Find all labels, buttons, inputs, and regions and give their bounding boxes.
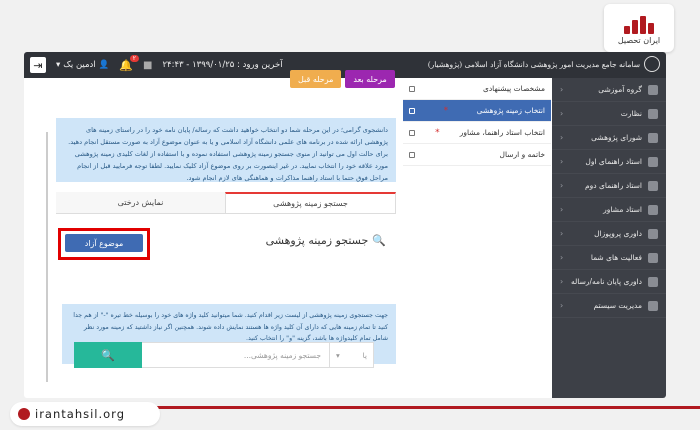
step-item-advisor[interactable]: انتخاب استاد راهنما، مشاور * bbox=[403, 122, 551, 144]
app-window: ⇥ ▾ ادمین یک 👤 🔔 ۲ ■ آخرین ورود : ۱۳۹۹/۰۱… bbox=[24, 52, 666, 398]
chevron-left-icon: ‹ bbox=[560, 109, 564, 118]
eye-icon bbox=[648, 108, 658, 119]
chevron-down-icon: ▾ bbox=[56, 60, 61, 70]
scrollbar[interactable] bbox=[46, 132, 48, 382]
sidebar-item-supervision[interactable]: نظارت ‹ bbox=[552, 102, 666, 126]
step-list: مشخصات پیشنهادی انتخاب زمینه پژوهشی * انت… bbox=[403, 78, 551, 188]
gavel-icon bbox=[648, 276, 658, 287]
gavel-icon bbox=[648, 228, 658, 239]
chevron-left-icon: ‹ bbox=[560, 85, 564, 94]
step-checkbox bbox=[409, 151, 415, 158]
logo-text: ایران تحصیل bbox=[617, 35, 661, 45]
site-url: irantahsil.org bbox=[10, 402, 160, 426]
chevron-left-icon: ‹ bbox=[560, 133, 564, 142]
sidebar-item-system-admin[interactable]: مدیریت سیستم ‹ bbox=[552, 294, 666, 318]
tab-bar: نمایش درختی جستجو زمینه پژوهشی bbox=[56, 192, 396, 214]
tab-research-search[interactable]: جستجو زمینه پژوهشی bbox=[225, 192, 396, 213]
logout-icon[interactable]: ⇥ bbox=[30, 57, 46, 73]
gear-icon bbox=[648, 300, 658, 311]
last-login-text: آخرین ورود : ۱۳۹۹/۰۱/۲۵ - ۲۴:۴۳ bbox=[162, 60, 283, 70]
user-menu[interactable]: ▾ ادمین یک 👤 bbox=[56, 60, 109, 70]
university-emblem-icon bbox=[644, 56, 660, 72]
footer-watermark: irantahsil.org bbox=[0, 400, 700, 430]
notification-bell-icon[interactable]: 🔔 ۲ bbox=[119, 54, 139, 72]
step-item-finish[interactable]: خاتمه و ارسال bbox=[403, 144, 551, 166]
required-star-icon: * bbox=[435, 127, 440, 138]
next-step-button[interactable]: مرحله بعد bbox=[345, 70, 395, 88]
chevron-left-icon: ‹ bbox=[560, 253, 564, 262]
tab-tree-view[interactable]: نمایش درختی bbox=[56, 192, 225, 213]
consultant-icon bbox=[648, 204, 658, 215]
step-checkbox bbox=[409, 85, 415, 92]
teacher-icon bbox=[648, 156, 658, 167]
required-star-icon: * bbox=[443, 105, 449, 116]
sidebar-item-research-council[interactable]: شورای پژوهشی ‹ bbox=[552, 126, 666, 150]
chevron-left-icon: ‹ bbox=[560, 229, 564, 238]
group-icon bbox=[648, 84, 658, 95]
video-camera-icon[interactable]: ■ bbox=[143, 60, 152, 71]
logo-bars-icon bbox=[622, 12, 656, 34]
step-checkbox bbox=[409, 107, 416, 114]
step-item-research-field[interactable]: انتخاب زمینه پژوهشی * bbox=[403, 100, 551, 122]
chevron-down-icon: ▾ bbox=[336, 350, 340, 360]
chevron-left-icon: ‹ bbox=[560, 181, 564, 190]
search-submit-button[interactable]: 🔍 bbox=[74, 342, 142, 368]
step-navigation: مرحله قبل مرحله بعد bbox=[290, 70, 395, 88]
prev-step-button[interactable]: مرحله قبل bbox=[290, 70, 342, 88]
search-bar: 🔍 جستجو زمینه پژوهشی... ▾ یا bbox=[74, 342, 374, 368]
search-icon: 🔍 bbox=[372, 234, 386, 247]
sidebar: گروه آموزشی ‹ نظارت ‹ شورای پژوهشی ‹ استاد … bbox=[552, 78, 666, 398]
main-content: دانشجوی گرامی؛ در این مرحله شما دو انتخا… bbox=[56, 118, 396, 364]
user-name: ادمین یک bbox=[63, 60, 96, 70]
globe-icon bbox=[18, 408, 30, 420]
chevron-left-icon: ‹ bbox=[560, 301, 564, 310]
step-checkbox bbox=[409, 129, 416, 136]
search-icon: 🔍 bbox=[101, 348, 115, 362]
notification-badge: ۲ bbox=[129, 54, 139, 62]
sidebar-item-second-advisor[interactable]: استاد راهنمای دوم ‹ bbox=[552, 174, 666, 198]
free-topic-button[interactable]: موضوع آزاد bbox=[65, 234, 143, 252]
ribbon-bar bbox=[150, 406, 700, 409]
sidebar-item-consultant[interactable]: استاد مشاور ‹ bbox=[552, 198, 666, 222]
council-icon bbox=[648, 132, 658, 143]
chevron-left-icon: ‹ bbox=[560, 205, 564, 214]
research-search-input[interactable]: جستجو زمینه پژوهشی... bbox=[142, 342, 330, 368]
info-alert: دانشجوی گرامی؛ در این مرحله شما دو انتخا… bbox=[56, 118, 396, 182]
search-title: 🔍 جستجو زمینه پژوهشی bbox=[265, 234, 386, 247]
teacher-icon bbox=[648, 180, 658, 191]
sidebar-item-thesis-review[interactable]: داوری پایان نامه/رساله ‹ bbox=[552, 270, 666, 294]
system-brand: سامانه جامع مدیریت امور پژوهشی دانشگاه آ… bbox=[427, 59, 640, 69]
chevron-left-icon: ‹ bbox=[560, 157, 564, 166]
chevron-left-icon: ‹ bbox=[560, 277, 564, 286]
search-header: 🔍 جستجو زمینه پژوهشی موضوع آزاد bbox=[56, 220, 396, 270]
search-operator-select[interactable]: ▾ یا bbox=[330, 342, 374, 368]
sidebar-item-education-group[interactable]: گروه آموزشی ‹ bbox=[552, 78, 666, 102]
step-item-proposal-details[interactable]: مشخصات پیشنهادی bbox=[403, 78, 551, 100]
sidebar-item-first-advisor[interactable]: استاد راهنمای اول ‹ bbox=[552, 150, 666, 174]
sidebar-item-proposal-review[interactable]: داوری پروپوزال ‹ bbox=[552, 222, 666, 246]
site-logo: ایران تحصیل bbox=[604, 4, 674, 52]
sidebar-item-your-activities[interactable]: فعالیت های شما ‹ bbox=[552, 246, 666, 270]
user-icon: 👤 bbox=[98, 60, 110, 70]
activity-icon bbox=[648, 252, 658, 263]
